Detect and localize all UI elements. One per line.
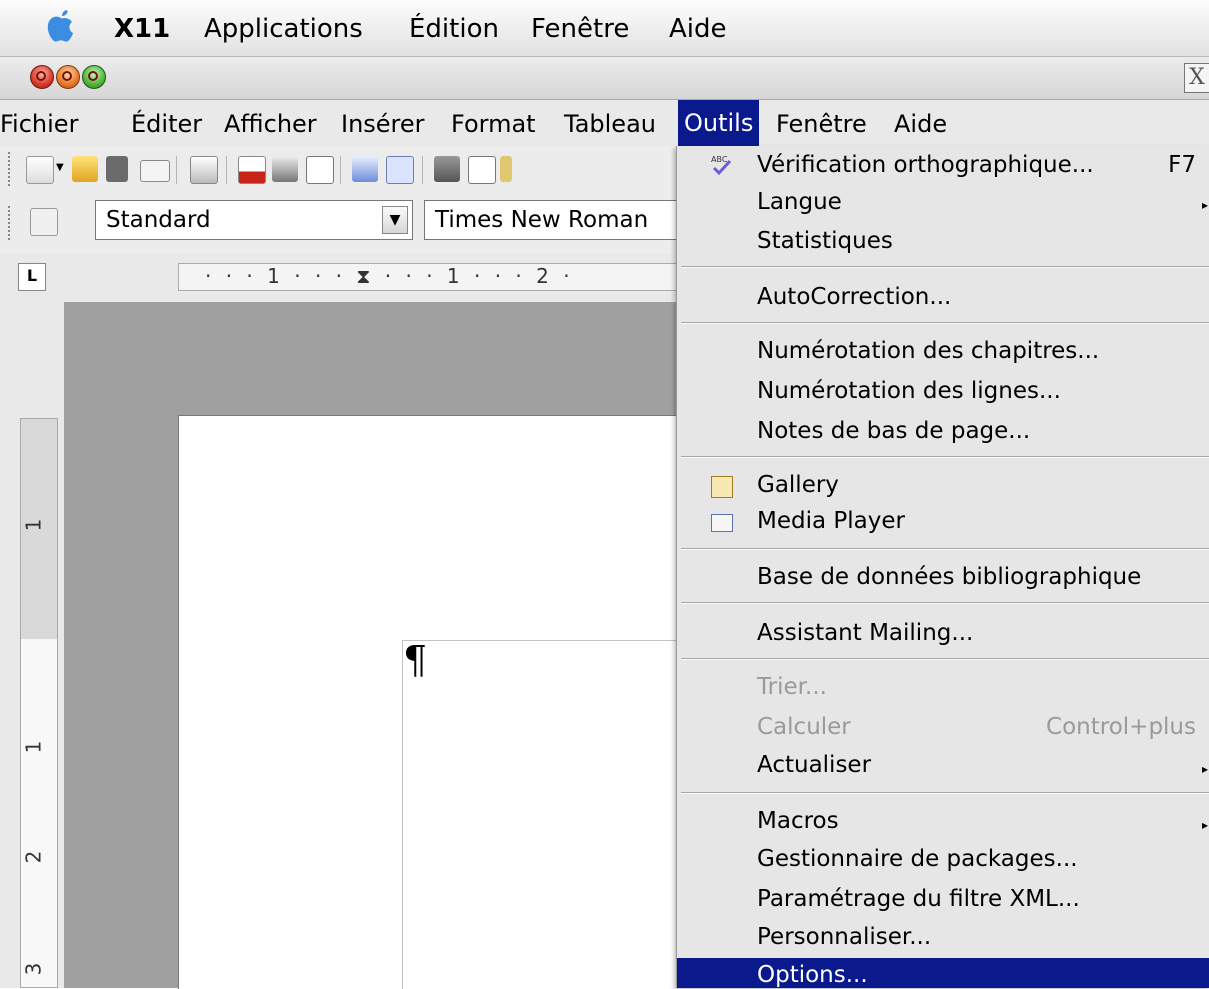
x11-close-icon[interactable]: X (1184, 63, 1209, 93)
mac-menu-edition[interactable]: Édition (409, 14, 499, 44)
apple-icon[interactable] (46, 8, 76, 44)
cut-icon[interactable] (434, 156, 460, 182)
menu-item-personnaliser[interactable]: Personnaliser... (757, 924, 931, 950)
menu-fichier[interactable]: Fichier (0, 110, 78, 138)
menu-separator (681, 266, 1209, 268)
menu-afficher[interactable]: Afficher (224, 110, 317, 138)
vertical-ruler-number: 1 (21, 740, 46, 754)
styles-formatting-icon[interactable] (30, 208, 58, 236)
autospellcheck-icon[interactable] (386, 156, 414, 184)
email-icon[interactable] (140, 160, 170, 182)
toolbar-separator (226, 156, 227, 184)
toolbar-separator (422, 156, 423, 184)
edit-file-icon[interactable] (190, 156, 218, 184)
vertical-ruler-number: 1 (21, 518, 46, 532)
outils-menu: ABC Vérification orthographique... F7 La… (676, 146, 1209, 988)
menu-item-parametrage-filtre-xml[interactable]: Paramétrage du filtre XML... (757, 886, 1080, 912)
text-area-boundary[interactable] (402, 640, 685, 989)
minimize-window-button[interactable] (56, 65, 80, 89)
vertical-ruler-number: 3 (21, 962, 46, 976)
copy-icon[interactable] (468, 156, 496, 184)
menu-item-calculer: Calculer (757, 714, 851, 740)
menu-item-options[interactable]: Options... (757, 962, 868, 988)
menu-tableau[interactable]: Tableau (564, 110, 656, 138)
spellcheck-icon[interactable] (352, 156, 378, 182)
horizontal-ruler[interactable]: · · · 1 · · · ⧗ · · · 1 · · · 2 · (178, 263, 678, 291)
menu-outils[interactable]: Outils (678, 100, 760, 146)
menu-item-gestionnaire-packages[interactable]: Gestionnaire de packages... (757, 846, 1078, 872)
submenu-arrow-icon: ▸ (1201, 198, 1208, 212)
page-preview-icon[interactable] (306, 156, 334, 184)
menu-item-autocorrection[interactable]: AutoCorrection... (757, 284, 951, 310)
paragraph-mark: ¶ (403, 638, 428, 682)
menu-separator (681, 322, 1209, 324)
media-player-icon (711, 514, 733, 532)
mac-menu-aide[interactable]: Aide (669, 14, 727, 44)
toolbar-grip[interactable] (8, 152, 13, 186)
mac-menu-x11[interactable]: X11 (114, 14, 170, 44)
close-window-button[interactable] (30, 65, 54, 89)
menu-item-assistant-mailing[interactable]: Assistant Mailing... (757, 620, 973, 646)
menu-editer[interactable]: Éditer (131, 110, 202, 138)
chevron-down-icon[interactable]: ▼ (382, 206, 408, 234)
save-icon[interactable] (106, 156, 128, 182)
menu-item-notes-bas-page[interactable]: Notes de bas de page... (757, 418, 1030, 444)
menu-fenetre[interactable]: Fenêtre (776, 110, 867, 138)
chevron-down-icon[interactable]: ▼ (56, 162, 64, 173)
new-document-icon[interactable] (26, 156, 54, 184)
menu-item-numerotation-chapitres[interactable]: Numérotation des chapitres... (757, 338, 1099, 364)
menu-item-gallery[interactable]: Gallery (757, 472, 839, 498)
shortcut-control-plus: Control+plus (1046, 714, 1196, 740)
menu-item-langue[interactable]: Langue (757, 189, 842, 215)
tab-stop-selector[interactable]: L (18, 263, 46, 291)
window-titlebar: X (0, 57, 1209, 100)
menu-separator (681, 792, 1209, 794)
menu-item-trier: Trier... (757, 674, 827, 700)
font-name-combo[interactable]: Times New Roman (424, 200, 676, 240)
vertical-ruler[interactable]: 1 1 2 3 (20, 418, 58, 988)
menu-aide[interactable]: Aide (894, 110, 947, 138)
svg-text:ABC: ABC (711, 155, 728, 164)
font-name-value: Times New Roman (435, 207, 649, 233)
submenu-arrow-icon: ▸ (1201, 762, 1208, 776)
mac-menubar: X11 Applications Édition Fenêtre Aide (0, 0, 1209, 57)
gallery-icon (711, 476, 733, 498)
menu-format[interactable]: Format (451, 110, 536, 138)
toolbar-grip[interactable] (8, 206, 13, 240)
paragraph-style-value: Standard (106, 207, 211, 233)
spellcheck-icon: ABC (711, 154, 733, 176)
menu-separator (681, 548, 1209, 550)
menu-separator (681, 658, 1209, 660)
shortcut-f7: F7 (1168, 152, 1196, 178)
menu-inserer[interactable]: Insérer (341, 110, 425, 138)
menu-item-verification-orthographique[interactable]: Vérification orthographique... (757, 152, 1094, 178)
menu-separator (681, 602, 1209, 604)
mac-menu-applications[interactable]: Applications (204, 14, 363, 44)
menu-item-numerotation-lignes[interactable]: Numérotation des lignes... (757, 378, 1061, 404)
menu-separator (681, 456, 1209, 458)
menu-item-actualiser[interactable]: Actualiser (757, 752, 871, 778)
paragraph-style-combo[interactable]: Standard ▼ (95, 200, 413, 240)
open-folder-icon[interactable] (72, 156, 98, 182)
menu-item-macros[interactable]: Macros (757, 808, 839, 834)
submenu-arrow-icon: ▸ (1201, 818, 1208, 832)
mac-menu-fenetre[interactable]: Fenêtre (531, 14, 629, 44)
menu-item-statistiques[interactable]: Statistiques (757, 228, 893, 254)
vertical-ruler-number: 2 (21, 850, 46, 864)
export-pdf-icon[interactable] (238, 156, 266, 184)
toolbar-separator (176, 156, 177, 184)
toolbar-separator (340, 156, 341, 184)
paste-icon[interactable] (500, 156, 512, 182)
menu-item-base-donnees-bibliographique[interactable]: Base de données bibliographique (757, 564, 1141, 590)
menu-item-media-player[interactable]: Media Player (757, 508, 905, 534)
zoom-window-button[interactable] (82, 65, 106, 89)
app-menubar: Fichier Éditer Afficher Insérer Format T… (0, 100, 1209, 146)
print-icon[interactable] (272, 156, 298, 182)
